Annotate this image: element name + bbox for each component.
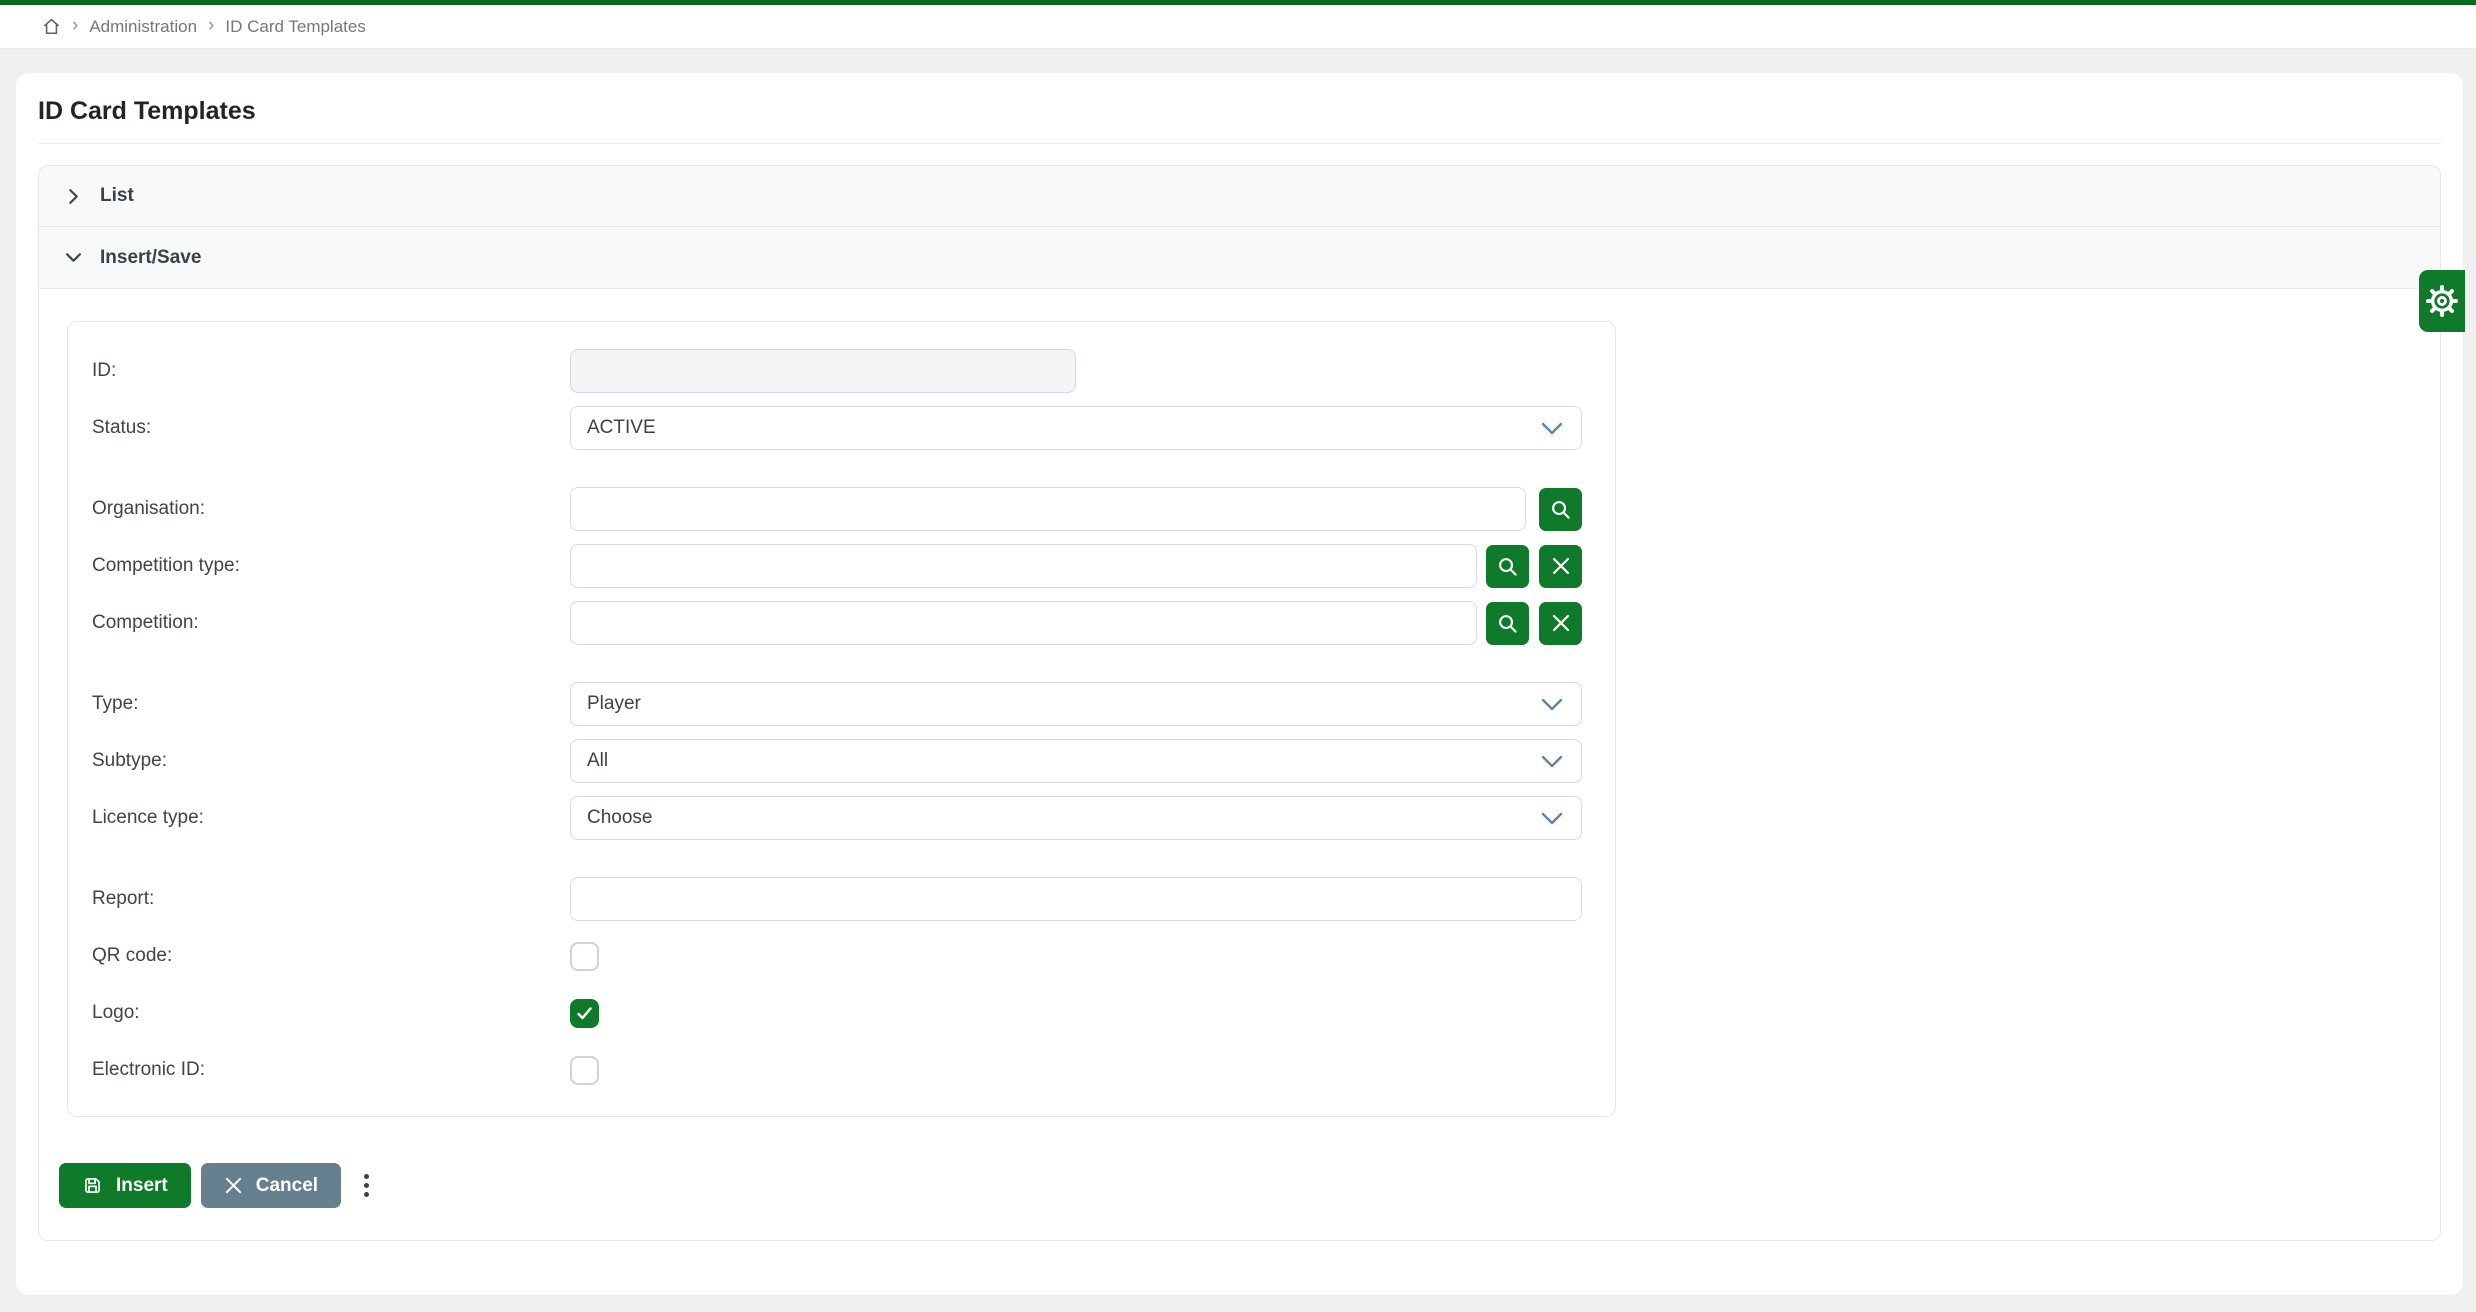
kebab-dot xyxy=(364,1192,369,1197)
insert-button[interactable]: Insert xyxy=(59,1163,191,1208)
form-row-type: Type: Player xyxy=(92,682,1615,726)
insert-button-label: Insert xyxy=(116,1175,168,1197)
accordion-label-list: List xyxy=(100,185,134,207)
accordion-header-list[interactable]: List xyxy=(39,166,2440,227)
form-actions: Insert Cancel xyxy=(59,1163,2412,1208)
chevron-down-icon xyxy=(1541,422,1563,435)
insert-save-panel-body: ID: Status: ACTIVE Organisatio xyxy=(39,289,2440,1240)
competition-clear-button[interactable] xyxy=(1539,602,1582,645)
subtype-selected-value: All xyxy=(587,750,608,772)
gear-icon xyxy=(2424,283,2460,319)
cancel-button[interactable]: Cancel xyxy=(201,1163,341,1208)
kebab-dot xyxy=(364,1174,369,1179)
close-icon xyxy=(1551,556,1571,576)
form-row-subtype: Subtype: All xyxy=(92,739,1615,783)
id-input xyxy=(570,349,1076,393)
competition-type-search-button[interactable] xyxy=(1486,545,1529,588)
breadcrumb-separator-icon: › xyxy=(72,16,78,37)
logo-checkbox[interactable] xyxy=(570,999,599,1028)
type-label: Type: xyxy=(92,693,570,715)
subtype-label: Subtype: xyxy=(92,750,570,772)
licence-type-selected-value: Choose xyxy=(587,807,653,829)
kebab-dot xyxy=(364,1183,369,1188)
organisation-search-button[interactable] xyxy=(1539,488,1582,531)
page-title: ID Card Templates xyxy=(38,73,2441,126)
chevron-down-icon xyxy=(1541,755,1563,768)
qr-code-label: QR code: xyxy=(92,945,570,967)
type-select[interactable]: Player xyxy=(570,682,1582,726)
search-icon xyxy=(1496,555,1519,578)
accordion-header-insert-save[interactable]: Insert/Save xyxy=(39,227,2440,289)
form-row-electronic-id: Electronic ID: xyxy=(92,1048,1615,1092)
chevron-down-icon xyxy=(1541,812,1563,825)
close-icon xyxy=(1551,613,1571,633)
form-row-report: Report: xyxy=(92,877,1615,921)
main-content-card: ID Card Templates List Insert/Save ID: S… xyxy=(16,73,2463,1295)
qr-code-checkbox[interactable] xyxy=(570,942,599,971)
licence-type-select[interactable]: Choose xyxy=(570,796,1582,840)
breadcrumb-separator-icon: › xyxy=(208,16,214,37)
checkmark-icon xyxy=(575,1004,594,1023)
subtype-select[interactable]: All xyxy=(570,739,1582,783)
electronic-id-checkbox[interactable] xyxy=(570,1056,599,1085)
type-selected-value: Player xyxy=(587,693,641,715)
chevron-right-icon xyxy=(65,188,82,205)
accordion-label-insert-save: Insert/Save xyxy=(100,247,201,269)
accordion-container: List Insert/Save ID: Status: ACTIVE xyxy=(38,165,2441,1241)
report-label: Report: xyxy=(92,888,570,910)
competition-type-input[interactable] xyxy=(570,544,1477,588)
licence-type-label: Licence type: xyxy=(92,807,570,829)
form-row-qr-code: QR code: xyxy=(92,934,1615,978)
settings-side-tab[interactable] xyxy=(2419,270,2465,332)
more-actions-button[interactable] xyxy=(358,1168,375,1203)
search-icon xyxy=(1549,498,1572,521)
home-icon[interactable] xyxy=(42,17,61,36)
competition-type-label: Competition type: xyxy=(92,555,570,577)
organisation-input[interactable] xyxy=(570,487,1526,531)
breadcrumb: › Administration › ID Card Templates xyxy=(0,5,2476,49)
competition-input[interactable] xyxy=(570,601,1477,645)
competition-label: Competition: xyxy=(92,612,570,634)
breadcrumb-link-id-card-templates[interactable]: ID Card Templates xyxy=(225,17,365,37)
search-icon xyxy=(1496,612,1519,635)
competition-search-button[interactable] xyxy=(1486,602,1529,645)
form-row-competition-type: Competition type: xyxy=(92,544,1615,588)
id-label: ID: xyxy=(92,360,570,382)
logo-label: Logo: xyxy=(92,1002,570,1024)
chevron-down-icon xyxy=(65,249,82,266)
form-row-id: ID: xyxy=(92,349,1615,393)
status-label: Status: xyxy=(92,417,570,439)
form-row-competition: Competition: xyxy=(92,601,1615,645)
cancel-button-label: Cancel xyxy=(256,1175,318,1197)
competition-type-clear-button[interactable] xyxy=(1539,545,1582,588)
status-select[interactable]: ACTIVE xyxy=(570,406,1582,450)
form-row-status: Status: ACTIVE xyxy=(92,406,1615,450)
status-selected-value: ACTIVE xyxy=(587,417,656,439)
close-icon xyxy=(224,1176,243,1195)
form-row-logo: Logo: xyxy=(92,991,1615,1035)
form-row-organisation: Organisation: xyxy=(92,487,1615,531)
electronic-id-label: Electronic ID: xyxy=(92,1059,570,1081)
organisation-label: Organisation: xyxy=(92,498,570,520)
id-card-template-form: ID: Status: ACTIVE Organisatio xyxy=(67,321,1616,1117)
save-icon xyxy=(82,1175,103,1196)
form-row-licence-type: Licence type: Choose xyxy=(92,796,1615,840)
breadcrumb-link-administration[interactable]: Administration xyxy=(89,17,197,37)
report-input[interactable] xyxy=(570,877,1582,921)
title-divider xyxy=(38,143,2441,144)
chevron-down-icon xyxy=(1541,698,1563,711)
